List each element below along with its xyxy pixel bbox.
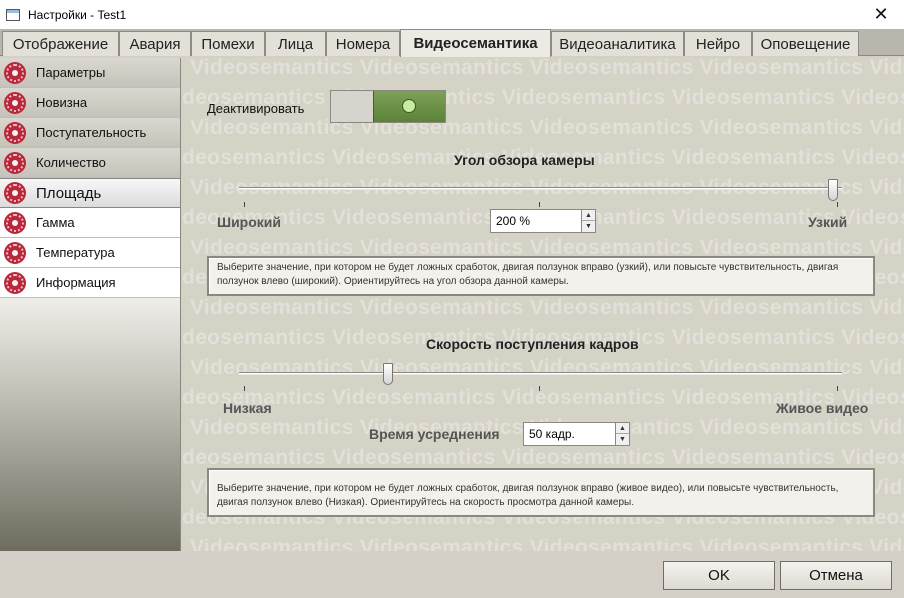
app-icon — [6, 8, 20, 21]
frame-rate-slider-thumb[interactable] — [383, 363, 394, 385]
dialog-footer: OK Отмена — [0, 551, 904, 598]
spin-down-button[interactable]: ▼ — [616, 434, 629, 445]
camera-angle-title: Угол обзора камеры — [454, 152, 595, 168]
title-bar: Настройки - Test1 ✕ — [0, 0, 904, 29]
averaging-label: Время усреднения — [369, 426, 500, 442]
sidebar-item-quantity[interactable]: Количество — [0, 148, 180, 178]
watermark-row: Videosemantics Videosemantics Videoseman… — [190, 116, 904, 139]
watermark-row: Videosemantics Videosemantics Videoseman… — [182, 446, 904, 469]
frame-rate-max-label: Живое видео — [776, 400, 869, 416]
camera-angle-min-label: Широкий — [217, 214, 281, 230]
tick — [539, 202, 540, 207]
tab-alarm[interactable]: Авария — [119, 31, 191, 56]
frame-rate-min-label: Низкая — [223, 400, 272, 416]
tab-display[interactable]: Отображение — [2, 31, 119, 56]
spin-buttons: ▲ ▼ — [581, 210, 595, 232]
close-icon: ✕ — [873, 4, 889, 24]
tick — [244, 202, 245, 207]
camera-angle-hint: Выберите значение, при котором не будет … — [207, 256, 875, 296]
sidebar-item-temperature[interactable]: Температура — [0, 238, 180, 268]
gear-icon — [6, 243, 24, 262]
sidebar-item-parameters[interactable]: Параметры — [0, 58, 180, 88]
deactivate-label: Деактивировать — [207, 101, 305, 116]
camera-angle-max-label: Узкий — [808, 214, 848, 230]
tab-interference[interactable]: Помехи — [191, 31, 265, 56]
gear-icon — [6, 273, 24, 292]
spin-up-button[interactable]: ▲ — [616, 423, 629, 434]
frame-rate-slider-track[interactable] — [239, 372, 842, 375]
cancel-button[interactable]: Отмена — [780, 561, 892, 590]
averaging-value: 50 кадр. — [529, 427, 575, 441]
sidebar-item-progressiveness[interactable]: Поступательность — [0, 118, 180, 148]
camera-angle-slider-track[interactable] — [239, 187, 842, 190]
watermark-row: Videosemantics Videosemantics Videoseman… — [190, 296, 904, 319]
gear-icon — [6, 63, 24, 82]
gear-icon — [6, 184, 24, 202]
watermark-row: Videosemantics Videosemantics Videoseman… — [190, 58, 904, 79]
gear-icon — [6, 213, 24, 232]
tick — [837, 202, 838, 207]
gear-icon — [6, 153, 24, 172]
close-button[interactable]: ✕ — [858, 0, 904, 29]
tick — [837, 386, 838, 391]
frame-rate-title: Скорость поступления кадров — [426, 336, 639, 352]
watermark-row: Videosemantics Videosemantics Videoseman… — [190, 536, 904, 551]
tab-faces[interactable]: Лица — [265, 31, 326, 56]
tab-bar: Отображение Авария Помехи Лица Номера Ви… — [0, 29, 904, 57]
spin-buttons: ▲ ▼ — [615, 423, 629, 445]
averaging-spinbox[interactable]: 50 кадр. ▲ ▼ — [523, 422, 630, 446]
frame-rate-hint: Выберите значение, при котором не будет … — [207, 468, 875, 517]
ok-button[interactable]: OK — [663, 561, 775, 590]
watermark-row: Videosemantics Videosemantics Videoseman… — [190, 356, 904, 379]
camera-angle-value: 200 % — [496, 214, 531, 228]
tab-videoanalytics[interactable]: Видеоаналитика — [551, 31, 684, 56]
spin-up-button[interactable]: ▲ — [582, 210, 595, 221]
sidebar-item-gamma[interactable]: Гамма — [0, 208, 180, 238]
deactivate-toggle[interactable] — [330, 90, 446, 123]
tick — [244, 386, 245, 391]
sidebar: Параметры Новизна Поступательность Колич… — [0, 58, 181, 551]
spin-down-button[interactable]: ▼ — [582, 221, 595, 232]
tab-neuro[interactable]: Нейро — [684, 31, 752, 56]
camera-angle-slider-thumb[interactable] — [828, 179, 838, 201]
settings-panel: Videosemantics Videosemantics Videoseman… — [182, 58, 904, 551]
toggle-on-segment — [373, 91, 445, 122]
gear-icon — [6, 93, 24, 112]
tab-notification[interactable]: Оповещение — [752, 31, 859, 56]
sidebar-item-area[interactable]: Площадь — [0, 178, 180, 208]
sidebar-item-information[interactable]: Информация — [0, 268, 180, 298]
camera-angle-spinbox[interactable]: 200 % ▲ ▼ — [490, 209, 596, 233]
tick — [539, 386, 540, 391]
sidebar-item-novelty[interactable]: Новизна — [0, 88, 180, 118]
tab-videosemantics[interactable]: Видеосемантика — [400, 29, 551, 57]
tab-plates[interactable]: Номера — [326, 31, 400, 56]
toggle-knob — [402, 99, 416, 113]
gear-icon — [6, 123, 24, 142]
window-title: Настройки - Test1 — [28, 7, 127, 22]
